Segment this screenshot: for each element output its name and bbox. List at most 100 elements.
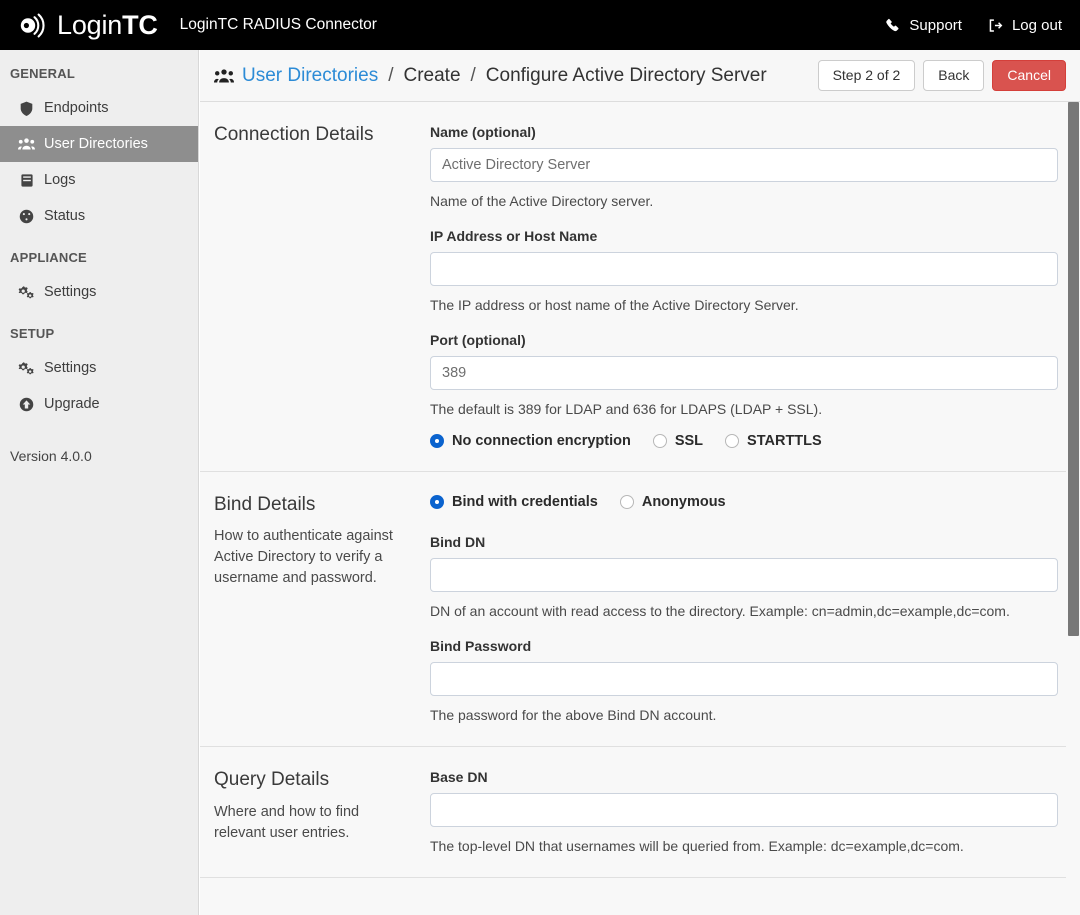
arrow-circle-up-icon <box>18 396 35 413</box>
sidebar-item-label: User Directories <box>44 136 148 152</box>
radio-indicator <box>652 433 667 448</box>
section-title: Connection Details <box>214 124 374 145</box>
section-bind-details-left: Bind Details How to authenticate against… <box>214 494 430 724</box>
field-help-port: The default is 389 for LDAP and 636 for … <box>430 401 823 418</box>
radio-label: Anonymous <box>641 493 726 510</box>
sidebar-item-endpoints[interactable]: Endpoints <box>0 90 198 126</box>
radio-anonymous[interactable]: Anonymous <box>619 493 726 510</box>
base-dn-input[interactable] <box>430 792 1058 827</box>
appliance-version-label: Version 4.0.0 <box>10 448 92 464</box>
shield-icon <box>18 100 35 117</box>
brand-wordmark: LoginTC <box>57 9 158 40</box>
port-input[interactable] <box>430 356 1058 391</box>
breadcrumb-create: Create <box>403 64 461 86</box>
bind-password-input[interactable] <box>430 661 1058 696</box>
field-name: Name (optional) <box>430 124 1058 182</box>
sidebar-item-label: Settings <box>44 284 97 300</box>
sidebar-item-label: Status <box>44 208 86 224</box>
brand-logo[interactable]: LoginTC <box>18 9 158 40</box>
sidebar-item-logs[interactable]: Logs <box>0 162 198 198</box>
section-query-details: Query Details Where and how to find rele… <box>200 747 1080 879</box>
vertical-scrollbar-thumb[interactable] <box>1068 102 1079 636</box>
logout-link-label: Log out <box>1011 16 1062 34</box>
back-button[interactable]: Back <box>923 59 985 92</box>
book-icon <box>18 172 35 189</box>
radio-label: No connection encryption <box>452 432 631 449</box>
field-bind-dn: Bind DN <box>430 534 1058 592</box>
field-bind-password: Bind Password <box>430 638 1058 696</box>
dashboard-icon <box>18 208 35 225</box>
sidebar-item-setup-settings[interactable]: Settings <box>0 350 198 386</box>
radio-indicator <box>725 433 740 448</box>
section-query-details-left: Query Details Where and how to find rele… <box>214 769 430 855</box>
field-port: Port (optional) <box>430 332 1058 391</box>
field-label-bind-dn: Bind DN <box>430 533 486 550</box>
bind-mode-radio-group: Bind with credentials Anonymous <box>430 494 1058 510</box>
radio-label: STARTTLS <box>747 432 822 449</box>
sidebar-item-label: Settings <box>44 360 97 376</box>
logintc-signal-icon <box>18 12 48 38</box>
sidebar-group-title-general: GENERAL <box>10 66 75 81</box>
radio-label: Bind with credentials <box>452 493 598 510</box>
field-label-base-dn: Base DN <box>430 768 488 785</box>
sidebar-item-label: Endpoints <box>44 100 109 116</box>
section-connection-details-fields: Name (optional) Name of the Active Direc… <box>430 124 1058 449</box>
cogs-icon <box>18 360 35 377</box>
support-link[interactable]: Support <box>885 17 962 34</box>
users-icon <box>214 68 234 84</box>
radio-starttls[interactable]: STARTTLS <box>725 433 822 449</box>
brand-word-bold: TC <box>122 9 158 40</box>
encryption-radio-group: No connection encryption SSL STARTTLS <box>430 433 1058 449</box>
field-help-bind-password: The password for the above Bind DN accou… <box>430 706 717 723</box>
sidebar-item-upgrade[interactable]: Upgrade <box>0 386 198 422</box>
vertical-scrollbar-track[interactable] <box>1066 102 1080 915</box>
field-base-dn: Base DN <box>430 769 1058 827</box>
radio-no-encryption[interactable]: No connection encryption <box>430 433 631 449</box>
name-input[interactable] <box>430 148 1058 182</box>
step-indicator-button[interactable]: Step 2 of 2 <box>817 59 916 92</box>
section-connection-details: Connection Details Name (optional) Name … <box>200 102 1080 472</box>
topbar-actions: Support Log out <box>885 17 1062 34</box>
section-title: Query Details <box>214 768 330 790</box>
breadcrumb-link-user-directories[interactable]: User Directories <box>242 65 378 87</box>
cogs-icon <box>18 284 35 301</box>
field-help-host: The IP address or host name of the Activ… <box>430 297 799 314</box>
support-link-label: Support <box>909 16 962 34</box>
top-navigation-bar: LoginTC LoginTC RADIUS Connector Support… <box>0 0 1080 50</box>
sidebar-group-title-appliance: APPLIANCE <box>10 250 87 265</box>
radio-indicator <box>430 494 444 509</box>
brand-word-light: Login <box>57 9 123 40</box>
field-label-host: IP Address or Host Name <box>430 228 598 245</box>
sidebar-item-status[interactable]: Status <box>0 198 198 234</box>
phone-icon <box>885 18 900 33</box>
logout-link[interactable]: Log out <box>988 17 1062 34</box>
page-title: Configure Active Directory Server <box>485 64 767 86</box>
field-label-port: Port (optional) <box>430 332 526 349</box>
sidebar-item-label: Logs <box>44 172 76 188</box>
sidebar-item-appliance-settings[interactable]: Settings <box>0 274 198 310</box>
cancel-button[interactable]: Cancel <box>992 59 1066 92</box>
breadcrumb: User Directories / Create / Configure Ac… <box>214 65 767 87</box>
field-help-name: Name of the Active Directory server. <box>430 193 654 209</box>
sign-out-icon <box>988 18 1003 33</box>
main-content: User Directories / Create / Configure Ac… <box>200 50 1080 915</box>
field-label-name: Name (optional) <box>430 124 536 140</box>
breadcrumb-separator: / <box>470 64 476 86</box>
users-icon <box>18 136 35 153</box>
breadcrumb-separator: / <box>388 64 394 86</box>
host-input[interactable] <box>430 252 1058 287</box>
sidebar-item-user-directories[interactable]: User Directories <box>0 126 198 162</box>
section-query-details-fields: Base DN The top-level DN that usernames … <box>430 769 1058 855</box>
bind-dn-input[interactable] <box>430 557 1058 592</box>
radio-indicator <box>430 433 444 448</box>
field-label-bind-password: Bind Password <box>430 637 532 654</box>
sidebar-item-label: Upgrade <box>44 396 100 412</box>
section-bind-details-fields: Bind with credentials Anonymous Bind DN … <box>430 494 1058 724</box>
radio-bind-with-credentials[interactable]: Bind with credentials <box>430 494 598 510</box>
page-header: User Directories / Create / Configure Ac… <box>200 50 1080 102</box>
section-connection-details-left: Connection Details <box>214 124 430 449</box>
sidebar: GENERAL Endpoints User Directories Logs <box>0 50 199 915</box>
radio-indicator <box>619 494 634 509</box>
radio-ssl[interactable]: SSL <box>652 433 703 449</box>
page-header-actions: Step 2 of 2 Back Cancel <box>817 59 1066 92</box>
